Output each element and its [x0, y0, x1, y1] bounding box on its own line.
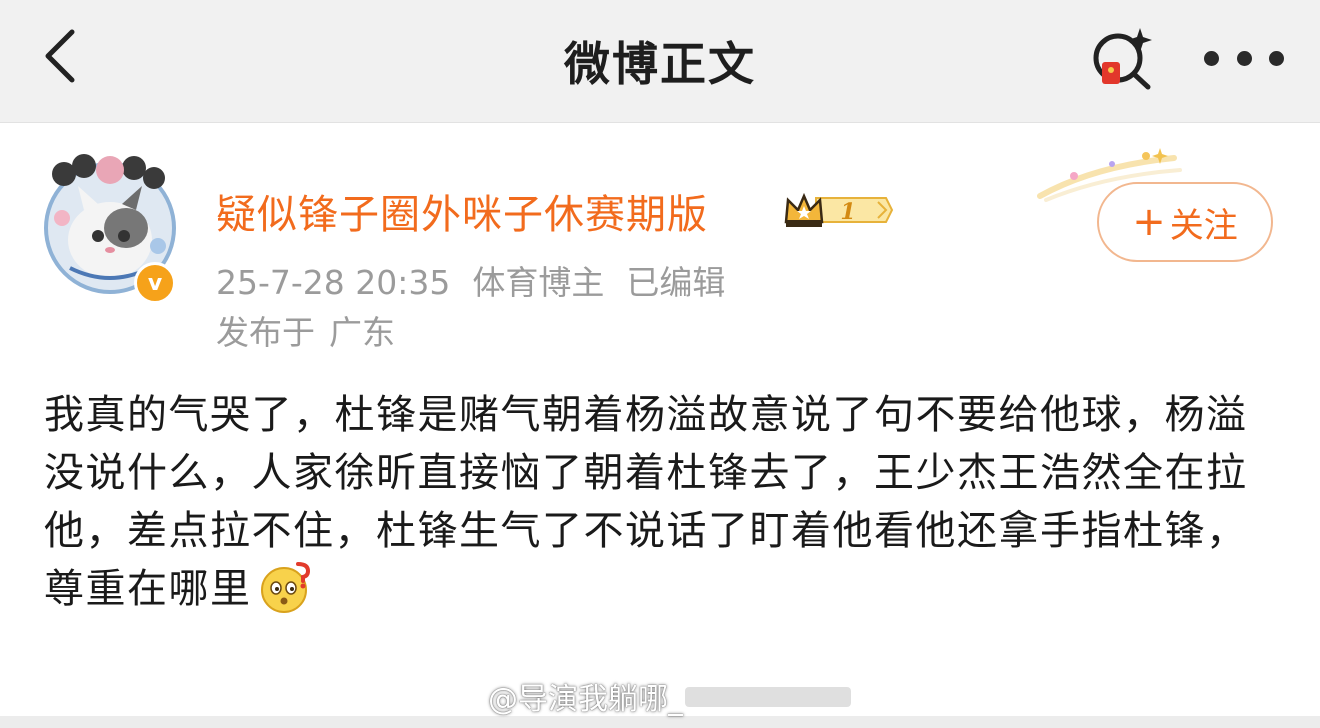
- edited-label: 已编辑: [626, 263, 726, 302]
- follow-label: 关注: [1169, 205, 1238, 246]
- puzzled-emoji-icon: [260, 562, 310, 613]
- search-sparkle-button[interactable]: [1088, 24, 1160, 90]
- location-value: 广东: [329, 313, 395, 352]
- post-location: 发布于 广东: [216, 306, 409, 354]
- location-prefix: 发布于: [216, 313, 315, 352]
- post-text: 我真的气哭了，杜锋是赌气朝着杨溢故意说了句不要给他球，杨溢没说什么，人家徐昕直接…: [44, 386, 1284, 618]
- level-number: 1: [840, 199, 855, 225]
- verified-badge-icon: v: [134, 262, 176, 304]
- follow-button[interactable]: + 关注: [1097, 182, 1273, 262]
- post-meta: 25-7-28 20:35 体育博主 已编辑: [216, 256, 747, 304]
- redacted-handle: [685, 687, 851, 707]
- more-dot-icon: [1204, 50, 1219, 66]
- watermark-text: @导演我躺哪_: [488, 682, 683, 717]
- crown-level-icon: 1: [784, 192, 894, 227]
- more-options-button[interactable]: [1204, 36, 1284, 80]
- author-name[interactable]: 疑似锋子圈外咪子休赛期版: [216, 182, 708, 240]
- more-dot-icon: [1236, 50, 1252, 66]
- post-timestamp: 25-7-28 20:35: [216, 263, 451, 302]
- search-sparkle-icon: [1093, 28, 1152, 90]
- post-text-content: 我真的气哭了，杜锋是赌气朝着杨溢故意说了句不要给他球，杨溢没说什么，人家徐昕直接…: [44, 392, 1248, 612]
- member-level-badge[interactable]: 1: [782, 190, 894, 230]
- author-role: 体育博主: [472, 263, 605, 302]
- weibo-watermark: @导演我躺哪_: [430, 676, 853, 717]
- top-navigation-bar: 微博正文: [0, 0, 1320, 123]
- plus-icon: +: [1132, 199, 1166, 245]
- more-dot-icon: [1269, 50, 1284, 66]
- weibo-logo-icon: [431, 682, 478, 714]
